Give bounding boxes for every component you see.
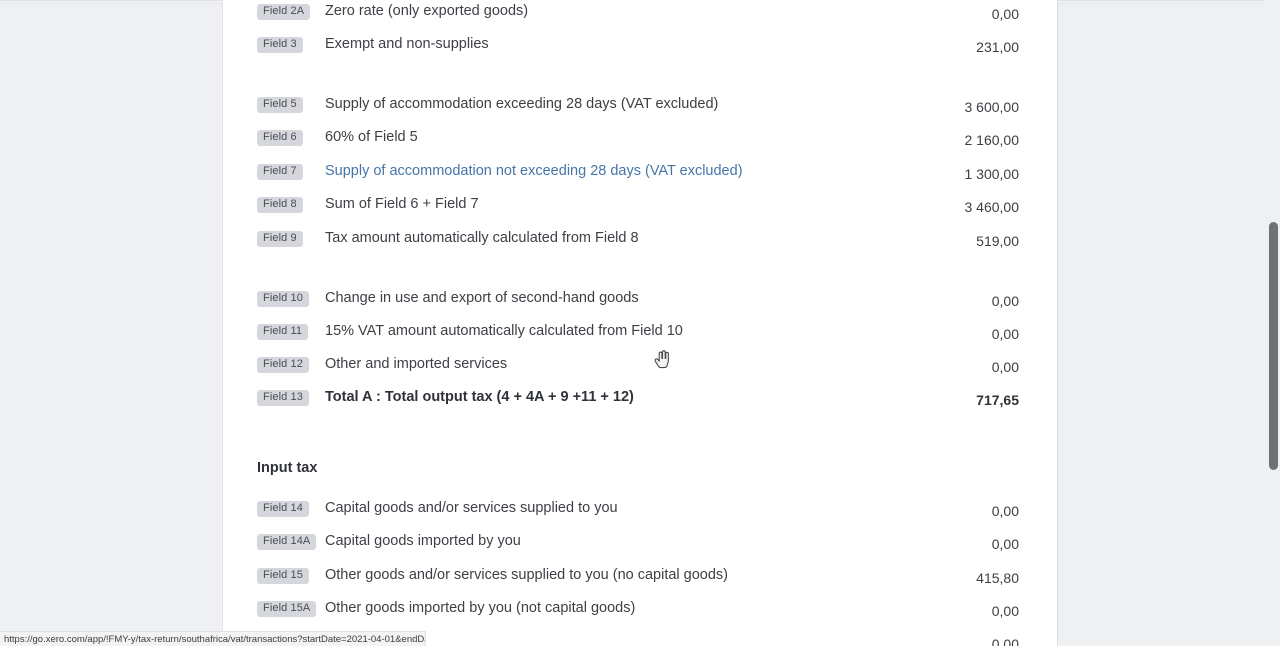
vat-row-label: Sum of Field 6 + Field 7 [325,196,479,212]
vat-row-field-7[interactable]: Field 7 Supply of accommodation not excee… [223,162,1057,190]
field-badge-field-5: Field 5 [257,97,303,113]
vat-row-label: Zero rate (only exported goods) [325,3,529,19]
field-badge-field-2a: Field 2A [257,4,311,20]
vat-row-label: Other goods and/or services supplied to … [325,567,729,583]
vat-row-field-15[interactable]: Field 15 Other goods and/or services supp… [223,566,1057,594]
vat-return-card: Field 2A Zero rate (only exported goods) 0… [222,0,1058,646]
vat-row-field-15a[interactable]: Field 15A Other goods imported by you (no… [223,599,1057,627]
vat-row-field-2a[interactable]: Field 2A Zero rate (only exported goods) 0… [223,2,1057,30]
vat-row-field-8[interactable]: Field 8 Sum of Field 6 + Field 7 3 460,00 [223,195,1057,223]
field-badge-field-3: Field 3 [257,37,303,53]
vat-row-value[interactable]: 0,00 [992,5,1019,23]
vat-row-label: Tax amount automatically calculated from… [325,230,639,246]
vat-row-field-12[interactable]: Field 12 Other and imported services 0,00 [223,355,1057,383]
vat-row-value[interactable]: 0,00 [992,502,1019,520]
field-badge-field-10: Field 10 [257,291,309,307]
vat-row-value[interactable]: 0,00 [992,325,1019,343]
vat-row-label: Capital goods imported by you [325,533,521,549]
window-scrollbar-track[interactable] [1265,0,1280,646]
vat-return-rows: Field 2A Zero rate (only exported goods) 0… [223,0,1057,646]
vat-row-label: Change in use and export of second-hand … [325,290,639,306]
section-heading-input-tax: Input tax [257,460,318,476]
field-badge-field-6: Field 6 [257,130,303,146]
vat-row-label: Capital goods and/or services supplied t… [325,500,618,516]
vat-row-label[interactable]: Supply of accommodation not exceeding 28… [325,162,743,180]
vat-row-value[interactable]: 0,00 [992,292,1019,310]
vat-row-label: 60% of Field 5 [325,129,418,145]
vat-row-label: Other and imported services [325,356,508,372]
vat-row-value[interactable]: 0,00 [992,602,1019,620]
vat-row-value[interactable]: 3 600,00 [965,98,1020,116]
field-badge-field-9: Field 9 [257,231,303,247]
vat-row-field-3[interactable]: Field 3 Exempt and non-supplies 231,00 [223,35,1057,63]
vat-row-value[interactable]: 0,00 [992,535,1019,553]
vat-row-value[interactable]: 0,00 [992,635,1019,646]
field-badge-field-11: Field 11 [257,324,309,340]
field-badge-field-13: Field 13 [257,390,309,406]
field-badge-field-14a: Field 14A [257,534,317,550]
field-badge-field-7: Field 7 [257,164,303,180]
field-badge-field-12: Field 12 [257,357,309,373]
field-badge-field-15: Field 15 [257,568,309,584]
vat-row-label: Other goods imported by you (not capital… [325,600,636,616]
vat-row-label: Total A : Total output tax (4 + 4A + 9 +… [325,389,634,405]
vat-return-page: Field 2A Zero rate (only exported goods) 0… [0,0,1280,646]
field-badge-field-15a: Field 15A [257,601,317,617]
vat-row-field-11[interactable]: Field 11 15% VAT amount automatically cal… [223,322,1057,350]
field-badge-field-8: Field 8 [257,197,303,213]
vat-row-value[interactable]: 415,80 [976,569,1019,587]
vat-row-value[interactable]: 519,00 [976,232,1019,250]
vat-row-label: 15% VAT amount automatically calculated … [325,323,683,339]
vat-row-value[interactable]: 3 460,00 [965,198,1020,216]
vat-row-field-5[interactable]: Field 5 Supply of accommodation exceeding… [223,95,1057,123]
vat-row-field-14[interactable]: Field 14 Capital goods and/or services su… [223,499,1057,527]
vat-row-value[interactable]: 231,00 [976,38,1019,56]
vat-row-field-10[interactable]: Field 10 Change in use and export of seco… [223,289,1057,317]
vat-row-field-9[interactable]: Field 9 Tax amount automatically calculat… [223,229,1057,257]
field-badge-field-14: Field 14 [257,501,309,517]
window-scrollbar-thumb[interactable] [1269,222,1278,470]
vat-row-value[interactable]: 717,65 [976,391,1019,409]
vat-row-value[interactable]: 2 160,00 [965,131,1020,149]
vat-row-field-14a[interactable]: Field 14A Capital goods imported by you 0,… [223,532,1057,560]
vat-row-field-13[interactable]: Field 13 Total A : Total output tax (4 + … [223,388,1057,416]
vat-row-label: Exempt and non-supplies [325,36,489,52]
vat-row-value[interactable]: 0,00 [992,358,1019,376]
browser-status-url: https://go.xero.com/app/!FMY-y/tax-retur… [0,631,426,646]
vat-row-value[interactable]: 1 300,00 [965,165,1020,183]
vat-row-label: Supply of accommodation exceeding 28 day… [325,96,719,112]
vat-row-field-6[interactable]: Field 6 60% of Field 5 2 160,00 [223,128,1057,156]
